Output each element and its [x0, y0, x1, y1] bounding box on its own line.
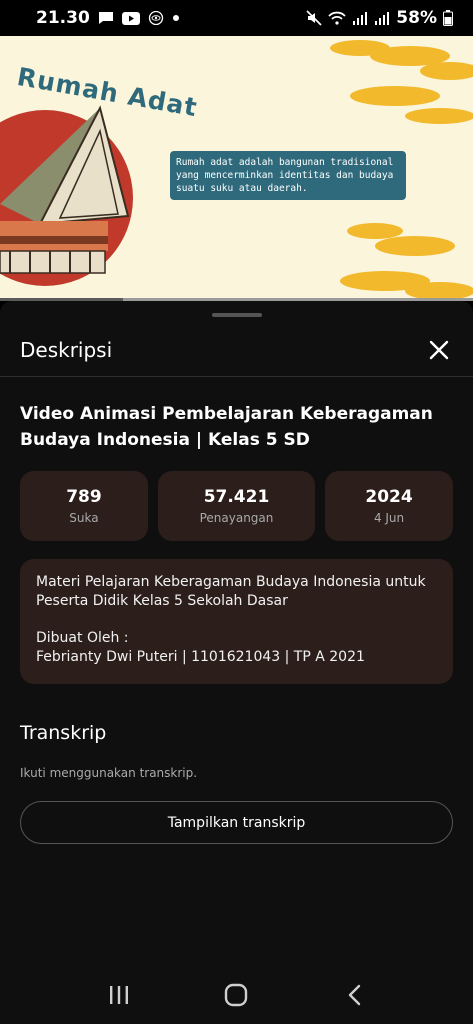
video-stats: 789 Suka 57.421 Penayangan 2024 4 Jun: [20, 471, 453, 541]
description-text: Materi Pelajaran Keberagaman Budaya Indo…: [36, 574, 426, 609]
close-button[interactable]: [425, 336, 453, 364]
views-count: 57.421: [203, 487, 270, 507]
wifi-icon: [328, 11, 346, 25]
dot-icon: [172, 14, 180, 22]
youtube-icon: [121, 11, 140, 25]
battery-icon: [443, 10, 453, 26]
description-sheet: Deskripsi Video Animasi Pembelajaran Keb…: [0, 301, 473, 1024]
show-transcript-button[interactable]: Tampilkan transkrip: [20, 801, 453, 844]
status-left: 21.30: [36, 8, 180, 28]
home-button[interactable]: [216, 975, 256, 1015]
likes-stat: 789 Suka: [20, 471, 148, 541]
description-author: Febrianty Dwi Puteri | 1101621043 | TP A…: [36, 649, 365, 665]
upload-year: 2024: [365, 487, 413, 507]
battery-percent: 58%: [396, 8, 437, 28]
back-button[interactable]: [334, 975, 374, 1015]
status-time: 21.30: [36, 8, 90, 28]
video-overlay-caption: Rumah adat adalah bangunan tradisional y…: [170, 151, 406, 200]
description-box[interactable]: Materi Pelajaran Keberagaman Budaya Indo…: [20, 559, 453, 684]
video-player[interactable]: Rumah Adat Rumah adat adalah bangunan tr…: [0, 36, 473, 301]
sheet-drag-handle[interactable]: [212, 313, 262, 317]
back-icon: [348, 984, 361, 1005]
home-icon: [225, 983, 248, 1006]
upload-date: 4 Jun: [373, 511, 405, 525]
likes-label: Suka: [69, 511, 99, 525]
message-icon: [98, 11, 114, 25]
views-stat: 57.421 Penayangan: [157, 471, 316, 541]
likes-count: 789: [66, 487, 102, 507]
status-bar: 21.30 58%: [0, 0, 473, 36]
close-icon: [429, 340, 449, 359]
mute-icon: [306, 10, 322, 26]
transcript-heading: Transkrip: [20, 722, 107, 744]
video-title: Video Animasi Pembelajaran Keberagaman B…: [20, 404, 433, 450]
date-stat: 2024 4 Jun: [325, 471, 453, 541]
status-right: 58%: [306, 8, 453, 28]
views-label: Penayangan: [199, 511, 274, 525]
sheet-header: Deskripsi: [0, 323, 473, 377]
recent-apps-button[interactable]: [99, 975, 139, 1015]
description-author-label: Dibuat Oleh :: [36, 630, 129, 646]
sheet-title: Deskripsi: [20, 337, 113, 362]
navigation-bar: [0, 965, 473, 1024]
recent-apps-icon: [109, 985, 128, 1004]
eye-icon: [148, 11, 164, 25]
signal-icon: [374, 11, 390, 25]
signal-icon: [352, 11, 368, 25]
transcript-hint: Ikuti menggunakan transkrip.: [20, 766, 198, 780]
